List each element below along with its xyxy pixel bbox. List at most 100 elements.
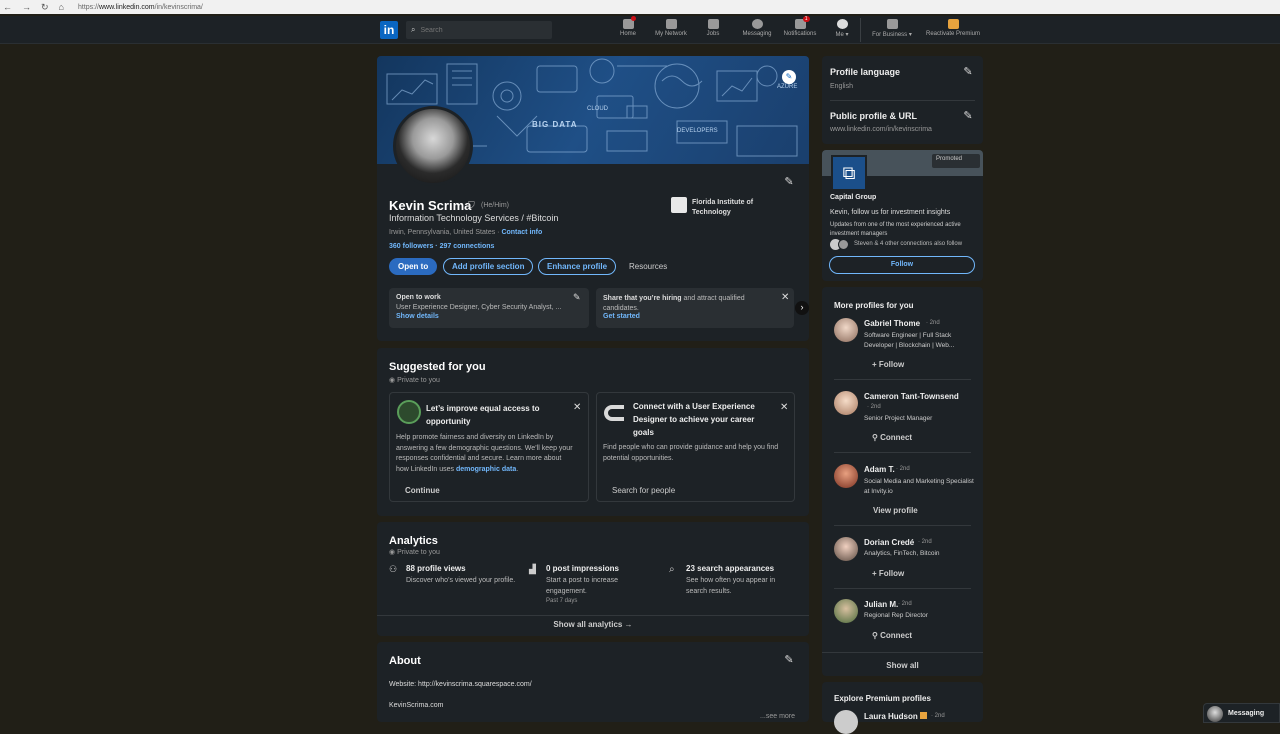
open-to-button[interactable]: Open to xyxy=(389,258,438,275)
nav-for-business-label: For Business ▾ xyxy=(872,32,912,38)
ad-company[interactable]: Capital Group xyxy=(830,194,876,201)
linkedin-logo[interactable]: in xyxy=(380,21,398,39)
close-mentor-icon[interactable]: ✕ xyxy=(780,402,788,413)
person-name[interactable]: Julian M. xyxy=(864,600,898,609)
nav-me-label: Me ▾ xyxy=(835,32,849,38)
follow-button[interactable]: + Follow xyxy=(872,569,904,578)
profile-views-stat[interactable]: ⚇ 88 profile views Discover who’s viewed… xyxy=(389,564,524,604)
contact-info-link[interactable]: Contact info xyxy=(501,229,542,236)
profile-avatar[interactable] xyxy=(393,106,473,186)
connections-link[interactable]: · 297 connections xyxy=(433,243,494,250)
add-person-icon: ⚲ xyxy=(872,433,881,442)
show-all-profiles-link[interactable]: Show all xyxy=(822,661,983,670)
mentor-title: Connect with a User Experience Designer … xyxy=(633,402,755,437)
person-degree: · 2nd xyxy=(931,713,945,719)
person-name[interactable]: Cameron Tant-Townsend xyxy=(864,392,959,401)
reload-icon[interactable]: ↻ xyxy=(41,2,49,13)
add-profile-section-button[interactable]: Add profile section xyxy=(443,258,534,275)
continue-button[interactable]: Continue xyxy=(396,482,449,499)
profile-avatar-small[interactable] xyxy=(834,537,858,561)
post-impressions-body: Start a post to increase engagement. xyxy=(546,577,618,595)
banner-word-cloud: CLOUD xyxy=(587,106,609,112)
search-input[interactable] xyxy=(420,26,541,34)
profile-divider xyxy=(834,452,971,453)
person-headline: Analytics, FinTech, Bitcoin xyxy=(864,550,940,557)
person-degree: · 2nd xyxy=(918,539,932,545)
profile-avatar-small[interactable] xyxy=(834,318,858,342)
view-profile-button[interactable]: View profile xyxy=(873,506,918,515)
people-icon: ⚇ xyxy=(389,564,398,574)
profile-card: BIG DATA CLOUD DEVELOPERS AZURE ✎ ✎ Kevi… xyxy=(377,56,809,341)
nav-me[interactable]: Me ▾ xyxy=(832,19,852,38)
profile-avatar-small[interactable] xyxy=(834,391,858,415)
nav-my-network[interactable]: My Network xyxy=(651,19,691,37)
ad-social-proof: Steven & 4 other connections also follow xyxy=(854,241,963,247)
verified-shield-icon: ⛉ xyxy=(468,200,475,210)
post-impressions-stat[interactable]: ▟ 0 post impressions Start a post to inc… xyxy=(529,564,664,614)
connection-avatar xyxy=(838,239,849,250)
back-icon[interactable]: ← xyxy=(3,2,12,13)
person-headline: Software Engineer | Full Stack Developer… xyxy=(864,332,955,349)
enhance-profile-button[interactable]: Enhance profile xyxy=(538,258,617,275)
connect-label: Connect xyxy=(880,433,913,442)
post-impressions-title: 0 post impressions xyxy=(546,564,619,573)
school-name[interactable]: Florida Institute of Technology xyxy=(692,198,772,218)
connect-button[interactable]: ⚲ Connect xyxy=(872,631,912,640)
edit-open-to-work-icon[interactable]: ✎ xyxy=(573,292,581,303)
nav-jobs[interactable]: Jobs xyxy=(703,19,723,37)
see-more-link[interactable]: ...see more xyxy=(760,713,795,720)
forward-icon[interactable]: → xyxy=(22,2,31,13)
show-details-link[interactable]: Show details xyxy=(396,313,439,320)
address-bar[interactable]: https://www.linkedin.com/in/kevinscrima/ xyxy=(78,4,203,11)
get-started-link[interactable]: Get started xyxy=(603,313,640,320)
person-name[interactable]: Adam T. xyxy=(864,465,895,474)
public-profile-url: www.linkedin.com/in/kevinscrima xyxy=(830,126,932,133)
url-host: www.linkedin.com xyxy=(99,3,155,11)
person-name[interactable]: Gabriel Thome xyxy=(864,319,920,328)
edit-language-icon[interactable]: ✎ xyxy=(962,66,974,78)
connect-button[interactable]: ⚲ Connect xyxy=(872,433,912,442)
home-icon[interactable]: ⌂ xyxy=(59,2,64,13)
profile-avatar-small[interactable] xyxy=(834,464,858,488)
nav-messaging[interactable]: Messaging xyxy=(739,19,775,37)
profile-avatar-small[interactable] xyxy=(834,710,858,734)
followers-link[interactable]: 360 followers xyxy=(389,243,433,250)
search-appearances-stat[interactable]: ⌕ 23 search appearances See how often yo… xyxy=(669,564,799,604)
carousel-next-icon[interactable]: › xyxy=(795,301,809,315)
search-bar[interactable]: ⌕ xyxy=(406,21,552,39)
nav-for-business[interactable]: For Business ▾ xyxy=(868,19,916,38)
nav-home[interactable]: Home xyxy=(617,16,639,37)
edit-banner-icon[interactable]: ✎ xyxy=(782,70,796,84)
profile-location: Irwin, Pennsylvania, United States · Con… xyxy=(389,229,542,236)
ad-follow-button[interactable]: Follow xyxy=(829,256,975,274)
avatar-icon xyxy=(836,19,848,29)
search-for-people-button[interactable]: Search for people xyxy=(603,482,684,499)
close-hiring-icon[interactable]: ✕ xyxy=(781,292,789,303)
search-icon: ⌕ xyxy=(669,564,675,575)
edit-intro-icon[interactable]: ✎ xyxy=(783,176,795,188)
open-to-work-box[interactable]: Open to work User Experience Designer, C… xyxy=(389,288,589,328)
nav-messaging-label: Messaging xyxy=(742,31,772,37)
person-degree: · 2nd xyxy=(867,404,881,410)
close-demographic-icon[interactable]: ✕ xyxy=(573,402,581,413)
nav-notifications[interactable]: 1 Notifications xyxy=(780,16,820,37)
demographic-data-link[interactable]: demographic data xyxy=(456,466,516,473)
home-icon xyxy=(622,16,636,29)
suggested-title: Suggested for you xyxy=(389,361,486,373)
pronouns: (He/Him) xyxy=(481,202,509,209)
premium-badge-icon xyxy=(920,712,927,719)
resources-button[interactable]: Resources xyxy=(620,258,676,275)
capital-group-logo[interactable]: ⧉ xyxy=(831,155,867,191)
profile-settings-card: Profile language ✎ English Public profil… xyxy=(822,56,983,144)
edit-about-icon[interactable]: ✎ xyxy=(783,654,795,666)
edit-url-icon[interactable]: ✎ xyxy=(962,110,974,122)
messaging-tab[interactable]: Messaging xyxy=(1203,703,1280,723)
follow-button[interactable]: + Follow xyxy=(872,360,904,369)
briefcase-icon xyxy=(707,19,719,29)
show-all-analytics-link[interactable]: Show all analytics → xyxy=(377,620,809,629)
nav-reactivate-premium[interactable]: Reactivate Premium xyxy=(923,19,983,37)
person-degree: · 2nd xyxy=(898,601,912,607)
bar-chart-icon: ▟ xyxy=(529,564,536,574)
profile-avatar-small[interactable] xyxy=(834,599,858,623)
person-name[interactable]: Dorian Credé xyxy=(864,538,914,547)
